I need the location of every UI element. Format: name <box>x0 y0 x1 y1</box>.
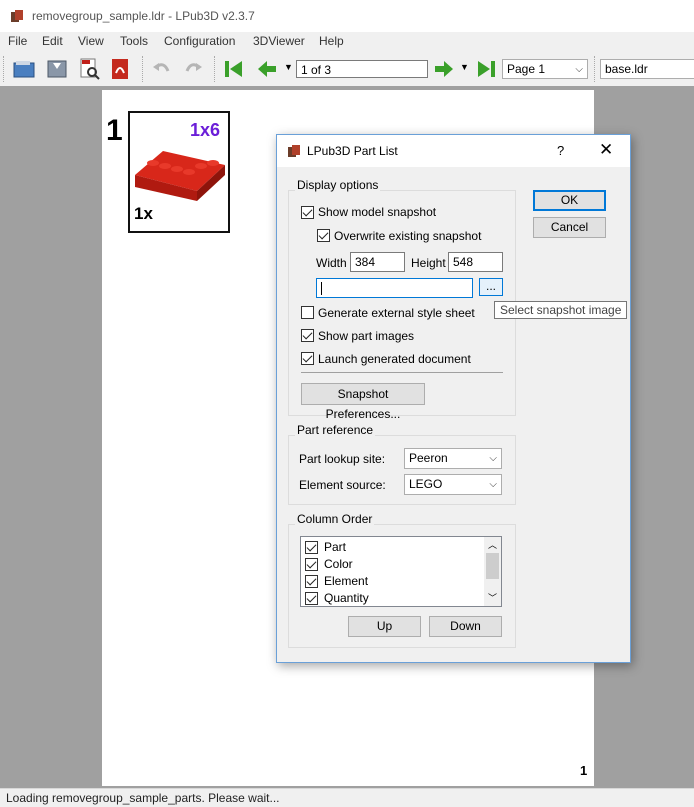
show-part-images-checkbox[interactable] <box>301 329 314 342</box>
toolbar-separator <box>142 56 147 82</box>
width-label: Width <box>316 256 347 270</box>
redo-icon[interactable] <box>181 57 205 81</box>
column-order-label: Column Order <box>295 512 375 526</box>
first-page-icon[interactable] <box>222 57 246 81</box>
column-quantity-label: Quantity <box>324 591 369 605</box>
width-field[interactable]: 384 <box>350 252 405 272</box>
page-combo-value: Page 1 <box>507 62 546 76</box>
menu-configuration[interactable]: Configuration <box>164 34 235 48</box>
chevron-down-icon: ⌵ <box>575 64 583 75</box>
overwrite-snapshot-checkbox[interactable] <box>317 229 330 242</box>
menu-help[interactable]: Help <box>319 34 344 48</box>
dialog-title-bar: LPub3D Part List ? ✕ <box>277 135 630 167</box>
page-combo[interactable]: Page 1 ⌵ <box>502 59 588 79</box>
column-part-label: Part <box>324 540 347 554</box>
next-dropdown-arrow-icon[interactable]: ▼ <box>460 62 469 72</box>
show-model-snapshot-label: Show model snapshot <box>318 205 437 219</box>
undo-icon[interactable] <box>150 57 174 81</box>
column-element-label: Element <box>324 574 369 588</box>
generate-style-sheet-label: Generate external style sheet <box>318 306 475 320</box>
window-title: removegroup_sample.ldr - LPub3D v2.3.7 <box>32 9 255 23</box>
up-button[interactable]: Up <box>348 616 421 637</box>
brick-1x6-image <box>135 151 225 201</box>
column-part-checkbox[interactable] <box>305 541 318 554</box>
part-lookup-label: Part lookup site: <box>299 452 386 466</box>
previous-dropdown-arrow-icon[interactable]: ▼ <box>284 62 293 72</box>
part-size-annotation: 1x6 <box>190 120 221 140</box>
toolbar: ▼ 1 of 3 ▼ Page 1 ⌵ base.ldr <box>0 52 694 87</box>
step-number: 1 <box>106 114 123 147</box>
model-combo[interactable]: base.ldr <box>600 59 694 79</box>
part-lookup-combo[interactable]: Peeron ⌵ <box>404 448 502 469</box>
help-button[interactable]: ? <box>557 143 564 158</box>
print-preview-icon[interactable] <box>77 57 101 81</box>
save-icon[interactable] <box>45 57 69 81</box>
lpub3d-app-icon <box>288 145 300 157</box>
status-text: Loading removegroup_sample_parts. Please… <box>6 791 280 805</box>
page-number-field[interactable]: 1 of 3 <box>296 60 428 78</box>
height-field[interactable]: 548 <box>448 252 503 272</box>
page-number: 1 <box>580 763 588 778</box>
show-model-snapshot-checkbox[interactable] <box>301 206 314 219</box>
part-lookup-value: Peeron <box>409 451 448 465</box>
previous-page-icon[interactable] <box>255 57 279 81</box>
dialog-title: LPub3D Part List <box>307 144 398 158</box>
element-source-label: Element source: <box>299 478 386 492</box>
launch-document-label: Launch generated document <box>318 352 471 366</box>
generate-style-sheet-checkbox[interactable] <box>301 306 314 319</box>
chevron-down-icon: ⌵ <box>489 453 497 464</box>
overwrite-snapshot-label: Overwrite existing snapshot <box>334 229 482 243</box>
toolbar-grip <box>3 56 8 82</box>
menu-file[interactable]: File <box>8 34 27 48</box>
close-icon[interactable]: ✕ <box>599 140 613 160</box>
list-scrollbar[interactable]: ︿ ﹀ <box>484 537 501 606</box>
divider <box>301 372 503 373</box>
snapshot-path-field[interactable] <box>316 278 473 298</box>
column-order-list[interactable]: Part Color Element Quantity ︿ ﹀ <box>300 536 502 607</box>
menu-tools[interactable]: Tools <box>120 34 148 48</box>
browse-button[interactable]: ... <box>479 278 503 296</box>
cancel-button[interactable]: Cancel <box>533 217 606 238</box>
menu-bar: File Edit View Tools Configuration 3DVie… <box>0 32 694 52</box>
element-source-value: LEGO <box>409 477 443 491</box>
menu-3dviewer[interactable]: 3DViewer <box>253 34 305 48</box>
scroll-down-icon[interactable]: ﹀ <box>488 591 497 604</box>
menu-view[interactable]: View <box>78 34 104 48</box>
ok-button[interactable]: OK <box>533 190 606 211</box>
height-label: Height <box>411 256 446 270</box>
column-element-checkbox[interactable] <box>305 575 318 588</box>
part-reference-label: Part reference <box>295 423 376 437</box>
model-combo-value: base.ldr <box>605 62 648 76</box>
text-cursor <box>321 282 322 296</box>
display-options-label: Display options <box>295 178 381 192</box>
export-pdf-icon[interactable] <box>108 57 132 81</box>
column-color-checkbox[interactable] <box>305 558 318 571</box>
part-quantity: 1x <box>134 204 153 223</box>
lpub3d-app-icon <box>11 10 23 22</box>
last-page-icon[interactable] <box>474 57 498 81</box>
scrollbar-thumb[interactable] <box>486 553 499 579</box>
title-bar: removegroup_sample.ldr - LPub3D v2.3.7 <box>0 0 694 32</box>
part-list-dialog: LPub3D Part List ? ✕ Display options Sho… <box>276 134 631 663</box>
snapshot-preferences-button[interactable]: Snapshot Preferences... <box>301 383 425 421</box>
menu-edit[interactable]: Edit <box>42 34 63 48</box>
toolbar-separator <box>594 56 599 82</box>
next-page-icon[interactable] <box>432 57 456 81</box>
show-part-images-label: Show part images <box>318 329 415 343</box>
down-button[interactable]: Down <box>429 616 502 637</box>
chevron-down-icon: ⌵ <box>489 479 497 490</box>
column-color-label: Color <box>324 557 353 571</box>
browse-tooltip: Select snapshot image <box>494 301 628 319</box>
open-folder-icon[interactable] <box>12 57 36 81</box>
status-bar: Loading removegroup_sample_parts. Please… <box>0 788 694 807</box>
column-quantity-checkbox[interactable] <box>305 592 318 605</box>
scroll-up-icon[interactable]: ︿ <box>488 538 497 551</box>
toolbar-separator <box>214 56 219 82</box>
element-source-combo[interactable]: LEGO ⌵ <box>404 474 502 495</box>
launch-document-checkbox[interactable] <box>301 352 314 365</box>
